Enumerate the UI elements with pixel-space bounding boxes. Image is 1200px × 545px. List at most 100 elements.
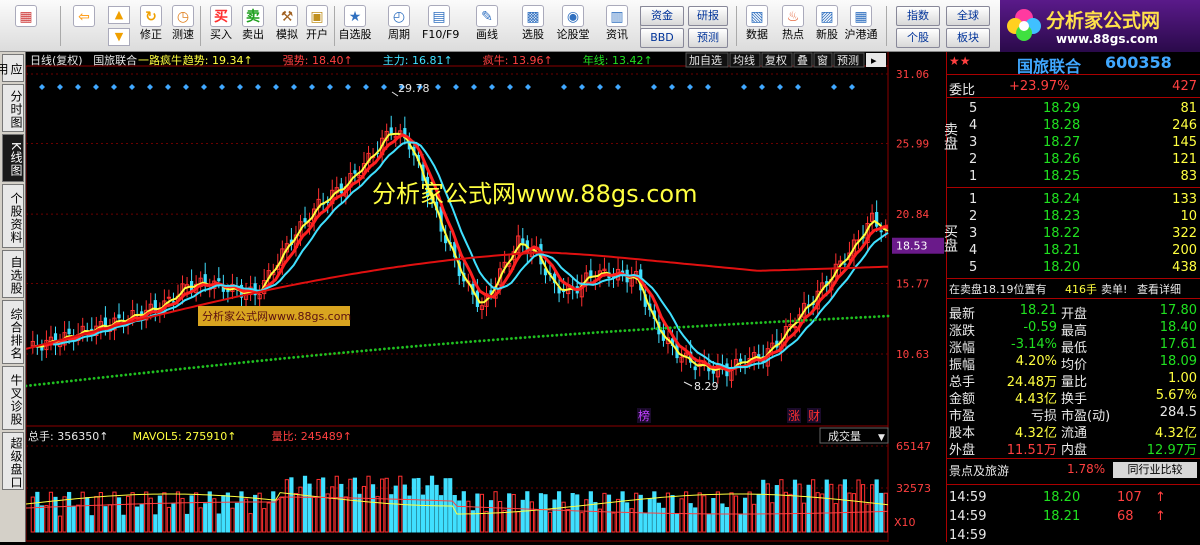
buy-price[interactable]: 18.23 <box>1043 209 1080 224</box>
volume-bar <box>593 502 598 533</box>
year-line-dot <box>56 381 60 384</box>
left-tab-0[interactable]: 应用 <box>0 54 24 82</box>
year-line-dot <box>305 354 309 358</box>
toolbar-button-修正[interactable]: ↻ 修正 <box>134 2 168 50</box>
left-tab-7[interactable]: 超级盘口 <box>2 432 24 490</box>
toolbar-button-开户[interactable]: ▣ 开户 <box>300 2 334 50</box>
toolbar-button-卖出[interactable]: 卖卖出 <box>236 2 270 50</box>
sell-icon: 卖 <box>242 5 264 27</box>
buy-level: 5 <box>969 260 978 275</box>
toolbar-button-买入[interactable]: 买买入 <box>204 2 238 50</box>
volume-bar <box>493 491 498 533</box>
toolbar-button-沪港通[interactable]: ▦ 沪港通 <box>844 2 878 50</box>
sell-price[interactable]: 18.27 <box>1043 135 1080 150</box>
year-line-dot <box>115 374 119 378</box>
signal-diamond <box>381 84 387 90</box>
left-tab-2[interactable]: K线图 <box>2 134 24 182</box>
year-line-dot <box>523 336 527 339</box>
up-arrow-icon[interactable]: ▲ <box>108 6 130 24</box>
toolbar-button-自选股[interactable]: ★ 自选股 <box>338 2 372 50</box>
year-line-dot <box>632 328 636 332</box>
year-line-dot <box>854 316 858 320</box>
indicator-value: 主力: 16.81↑ <box>383 54 453 67</box>
signal-diamond <box>741 84 747 90</box>
toolbar-small-button[interactable]: 指数 <box>896 6 940 26</box>
year-line-dot <box>755 321 758 325</box>
toolbar-small-button[interactable]: 资金 <box>640 6 684 26</box>
buy-price[interactable]: 18.22 <box>1043 226 1080 241</box>
buy-price[interactable]: 18.20 <box>1043 260 1080 275</box>
toolbar-button-论股堂[interactable]: ◉ 论股堂 <box>556 2 590 50</box>
toolbar-button-F10/F9[interactable]: ▤ F10/F9 <box>422 2 459 50</box>
left-tab-4[interactable]: 自选股 <box>2 250 24 298</box>
toolbar-button-数据[interactable]: ▧ 数据 <box>740 2 774 50</box>
toolbar-button-选股[interactable]: ▩ 选股 <box>516 2 550 50</box>
strong-line <box>43 133 889 373</box>
volume-bar <box>606 494 612 533</box>
toolbar-button-新股[interactable]: ▨ 新股 <box>810 2 844 50</box>
toolbar-button-热点[interactable]: ♨ 热点 <box>776 2 810 50</box>
year-line-dot <box>550 334 554 337</box>
down-arrow-icon[interactable]: ▼ <box>108 28 130 46</box>
volume-bar <box>307 483 312 533</box>
order-alert-link[interactable]: 查看详细 <box>1137 281 1181 297</box>
sell-price[interactable]: 18.28 <box>1043 118 1080 133</box>
toolbar-button-测速[interactable]: ◷ 测速 <box>166 2 200 50</box>
year-line-dot <box>859 316 863 319</box>
left-tab-1[interactable]: 分时图 <box>2 84 24 132</box>
year-line-dot <box>410 345 414 348</box>
industry-compare-button[interactable]: 同行业比较 <box>1113 462 1197 478</box>
year-line-dot <box>727 323 731 326</box>
sell-price[interactable]: 18.29 <box>1043 101 1080 116</box>
toolbar-small-button[interactable]: 预测 <box>688 28 728 48</box>
volume-bar <box>221 495 226 533</box>
left-tab-5[interactable]: 综合排名 <box>2 300 24 364</box>
sell-price[interactable]: 18.25 <box>1043 169 1080 184</box>
toolbar-button-label: 画线 <box>476 28 498 41</box>
toolbar-button-label: 买入 <box>210 28 232 41</box>
toolbar-button-back-arrow[interactable]: ⇦ <box>66 2 102 50</box>
volume-bar <box>665 492 671 533</box>
buy-price[interactable]: 18.21 <box>1043 243 1080 258</box>
quote-row: 1 18.24 133 <box>947 192 1200 209</box>
stat-value: 18.09 <box>1159 354 1197 369</box>
toolbar-button-资讯[interactable]: ▥ 资讯 <box>600 2 634 50</box>
volume-tick-label: 65147 <box>896 440 931 453</box>
year-line-dot <box>369 348 373 352</box>
candle-body <box>843 263 847 265</box>
toolbar-button-label: 资讯 <box>606 28 628 41</box>
logo-banner: 分析家公式网 www.88gs.com <box>1000 0 1200 52</box>
divider <box>947 484 1200 485</box>
volume-bar <box>643 512 648 533</box>
toolbar-small-button[interactable]: 个股 <box>896 28 940 48</box>
volume-indicator: 总手: 356350↑ <box>28 429 108 443</box>
year-line-dot <box>655 327 659 331</box>
event-marker-label: 财 <box>808 409 820 423</box>
buy-price[interactable]: 18.24 <box>1043 192 1080 207</box>
star-icon[interactable]: ★★ <box>949 54 971 68</box>
toolbar-button-周期[interactable]: ◴ 周期 <box>382 2 416 50</box>
sell-price[interactable]: 18.26 <box>1043 152 1080 167</box>
year-line-dot <box>759 321 763 325</box>
toolbar-small-button[interactable]: 全球 <box>946 6 990 26</box>
toolbar-button-grid[interactable]: ▦ <box>6 2 46 50</box>
quote-row: 委比 +23.97% 427 <box>947 79 1200 98</box>
toolbar-small-button[interactable]: 板块 <box>946 28 990 48</box>
toolbar-small-button[interactable]: 研报 <box>688 6 728 26</box>
toolbar-small-button[interactable]: BBD <box>640 28 684 48</box>
volume-bar <box>321 477 326 533</box>
year-line-dot <box>677 325 681 329</box>
signal-diamond <box>345 84 351 90</box>
hk-icon: ▦ <box>850 5 872 27</box>
left-tab-3[interactable]: 个股资料 <box>2 184 24 248</box>
left-tab-6[interactable]: 牛叉诊股 <box>2 366 24 430</box>
kline-chart-svg[interactable]: 31.06 25.99 20.84 15.77 10.63 18.53 日线(复权) 国旅联合… <box>24 52 946 542</box>
kline-chart-panel[interactable]: 31.06 25.99 20.84 15.77 10.63 18.53 日线(复权) 国旅联合… <box>24 52 946 542</box>
toolbar-button-画线[interactable]: ✎ 画线 <box>470 2 504 50</box>
year-line-dot <box>60 380 64 384</box>
toolbar-button-label: 沪港通 <box>844 28 878 41</box>
toolbar-button-模拟[interactable]: ⚒ 模拟 <box>270 2 304 50</box>
volume-bar <box>348 478 353 533</box>
industry-name[interactable]: 景点及旅游 <box>949 462 1009 479</box>
year-line-dot <box>628 328 631 332</box>
